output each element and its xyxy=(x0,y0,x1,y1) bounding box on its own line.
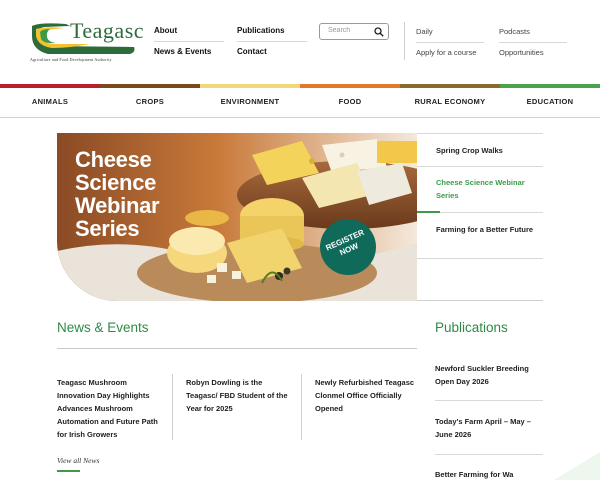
nav-color-bar xyxy=(0,84,100,88)
news-separator xyxy=(172,374,173,440)
nav-label: CROPS xyxy=(135,97,165,106)
main-nav: ANIMALS CROPS ENVIRONMENT FOOD RURAL ECO… xyxy=(0,84,600,118)
publications-top-divider xyxy=(417,300,543,301)
teagasc-logo[interactable]: Teagasc Agriculture and Food Development… xyxy=(30,18,144,64)
nav-color-bar xyxy=(400,84,500,88)
nav-education[interactable]: EDUCATION xyxy=(500,84,600,117)
hero-banner[interactable]: Cheese Science Webinar Series REGISTER N… xyxy=(57,133,417,301)
featured-item[interactable]: Farming for a Better Future xyxy=(417,213,543,259)
featured-item-active[interactable]: Cheese Science Webinar Series xyxy=(417,167,543,213)
nav-rural-economy[interactable]: RURAL ECONOMY xyxy=(400,84,500,117)
publication-divider xyxy=(435,454,543,455)
view-all-news-link[interactable]: View all News xyxy=(57,456,99,465)
nav-label: ENVIRONMENT xyxy=(220,97,280,106)
topnav-news-events[interactable]: News & Events xyxy=(154,47,224,62)
nav-label: ANIMALS xyxy=(31,97,69,106)
topnav-publications[interactable]: Publications xyxy=(237,26,307,42)
nav-label: FOOD xyxy=(338,97,362,106)
nav-animals[interactable]: ANIMALS xyxy=(0,84,100,117)
nav-food[interactable]: FOOD xyxy=(300,84,400,117)
publication-item[interactable]: Today's Farm April – May – June 2026 xyxy=(435,415,543,441)
publication-divider xyxy=(435,400,543,401)
nav-label: EDUCATION xyxy=(526,97,574,106)
util-daily[interactable]: Daily xyxy=(416,27,484,43)
header-divider xyxy=(404,22,405,60)
nav-crops[interactable]: CROPS xyxy=(100,84,200,117)
nav-label: RURAL ECONOMY xyxy=(414,97,486,106)
publications-heading: Publications xyxy=(435,320,508,335)
publication-item[interactable]: Newford Suckler Breeding Open Day 2026 xyxy=(435,362,543,388)
search-box xyxy=(319,23,389,40)
nav-color-bar xyxy=(200,84,300,88)
publication-item[interactable]: Better Farming for Wa xyxy=(435,468,543,480)
news-item[interactable]: Newly Refurbished Teagasc Clonmel Office… xyxy=(315,376,419,415)
view-all-underline xyxy=(57,470,80,472)
logo-tagline: Agriculture and Food Development Authori… xyxy=(30,57,112,62)
news-events-heading: News & Events xyxy=(57,320,149,335)
topnav-contact[interactable]: Contact xyxy=(237,47,307,62)
search-input[interactable] xyxy=(328,27,372,34)
nav-color-bar xyxy=(500,84,600,88)
util-podcasts[interactable]: Podcasts xyxy=(499,27,567,43)
hero-title: Cheese Science Webinar Series xyxy=(75,147,160,241)
topnav-about[interactable]: About xyxy=(154,26,224,42)
featured-item[interactable]: Spring Crop Walks xyxy=(417,133,543,167)
news-divider xyxy=(57,348,417,349)
corner-decoration xyxy=(554,452,600,480)
search-icon[interactable] xyxy=(374,27,384,37)
news-separator xyxy=(301,374,302,440)
nav-color-bar xyxy=(100,84,200,88)
nav-environment[interactable]: ENVIRONMENT xyxy=(200,84,300,117)
news-item[interactable]: Teagasc Mushroom Innovation Day Highligh… xyxy=(57,376,165,441)
util-apply-course[interactable]: Apply for a course xyxy=(416,48,476,57)
news-item[interactable]: Robyn Dowling is the Teagasc/ FBD Studen… xyxy=(186,376,294,415)
nav-color-bar xyxy=(300,84,400,88)
logo-wordmark: Teagasc xyxy=(70,18,145,43)
util-opportunities[interactable]: Opportunities xyxy=(499,48,544,57)
